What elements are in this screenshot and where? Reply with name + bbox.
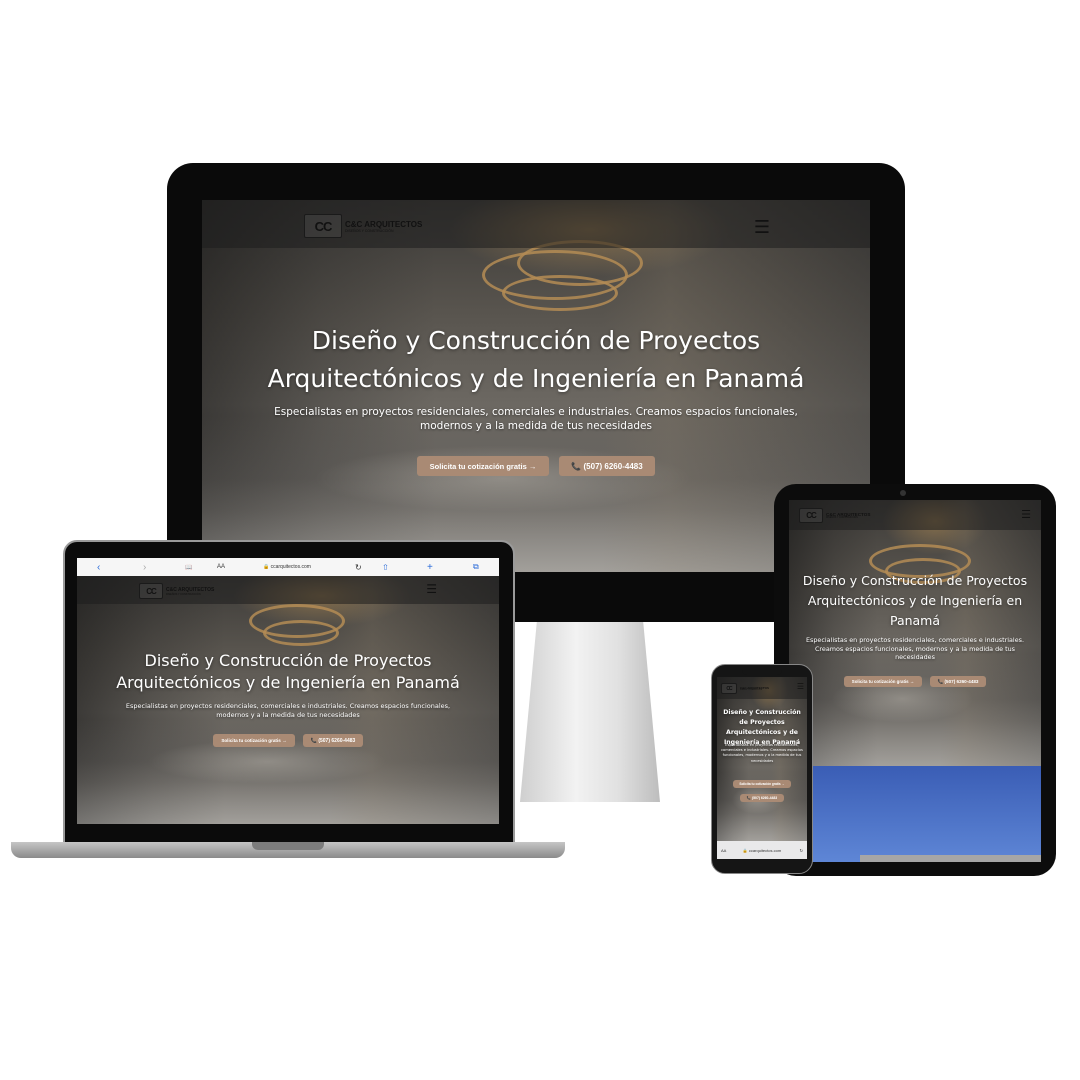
text-size-button[interactable]: AA <box>217 564 225 570</box>
tablet-next-section-image <box>789 766 1041 862</box>
tabs-icon[interactable]: ⧉ <box>473 562 479 572</box>
logo-mark-icon: CC <box>721 683 737 694</box>
bookmarks-icon[interactable]: 📖 <box>185 564 192 571</box>
imac-hero-screen: CC C&C ARQUITECTOS DISEÑOS Y CONSTRUCCIÓ… <box>202 200 870 572</box>
logo-mark-icon: CC <box>139 583 163 599</box>
phone-button[interactable]: 📞 (507) 6260-4483 <box>559 456 655 476</box>
logo-mark-icon: CC <box>304 214 342 238</box>
phone-button[interactable]: 📞 (507) 6260-4483 <box>303 734 363 747</box>
hero-title-line2: Arquitectónicos y de Ingeniería en Panam… <box>267 364 805 393</box>
phone-hero-screen: CC C&C ARQUITECTOS DISEÑOS Y CONSTRUCCIÓ… <box>717 677 807 841</box>
quote-button[interactable]: Solicita tu cotización gratis → <box>733 780 791 788</box>
imac-stand <box>520 622 660 802</box>
logo-tagline: DISEÑOS Y CONSTRUCCIÓN <box>826 517 858 519</box>
tablet-hero-screen: CC C&C ARQUITECTOS DISEÑOS Y CONSTRUCCIÓ… <box>789 500 1041 766</box>
hero-title: Diseño y Construcción de Proyectos Arqui… <box>802 573 1028 628</box>
laptop-hero-screen: CC C&C ARQUITECTOS DISEÑOS Y CONSTRUCCIÓ… <box>77 576 499 824</box>
text-size-button[interactable]: AA <box>721 848 726 853</box>
phone-notch <box>742 668 782 675</box>
laptop-browser-toolbar: ‹ › 📖 AA 🔒 ccarquitectos.com ↻ ⇧ + ⧉ <box>77 558 499 576</box>
url-field[interactable]: 🔒 ccarquitectos.com <box>263 564 311 570</box>
reload-icon[interactable]: ↻ <box>800 848 803 853</box>
quote-button[interactable]: Solicita tu cotización gratis → <box>844 676 922 687</box>
quote-button[interactable]: Solicita tu cotización gratis → <box>213 734 295 747</box>
logo-name: C&C ARQUITECTOS <box>345 219 423 229</box>
hero-subtitle: Especialistas en proyectos residenciales… <box>805 636 1025 661</box>
logo-tagline: DISEÑOS Y CONSTRUCCIÓN <box>345 228 394 233</box>
phone-url-bar: AA 🔒 ccarquitectos.com ↻ <box>717 841 807 859</box>
share-icon[interactable]: ⇧ <box>382 563 389 572</box>
back-icon[interactable]: ‹ <box>97 562 100 573</box>
laptop-notch <box>252 842 324 850</box>
hero-title: Diseño y Construcción de Proyectos Arqui… <box>723 709 801 746</box>
hero-title-line2: Arquitectónicos y de Ingeniería en Panam… <box>116 673 460 692</box>
hero-subtitle: Especialistas en proyectos residenciales… <box>125 702 451 719</box>
reload-icon[interactable]: ↻ <box>355 563 362 572</box>
logo[interactable]: CC C&C ARQUITECTOS DISEÑOS Y CONSTRUCCIÓ… <box>721 683 769 694</box>
add-tab-icon[interactable]: + <box>427 562 433 573</box>
logo[interactable]: CC C&C ARQUITECTOS DISEÑOS Y CONSTRUCCIÓ… <box>139 583 214 599</box>
hero-title-line1: Diseño y Construcción de Proyectos <box>144 651 432 670</box>
logo[interactable]: CC C&C ARQUITECTOS DISEÑOS Y CONSTRUCCIÓ… <box>304 214 422 238</box>
hamburger-icon[interactable]: ☰ <box>797 683 804 691</box>
hero-title: Diseño y Construcción de Proyectos Arqui… <box>202 322 870 398</box>
url-field[interactable]: 🔒 ccarquitectos.com <box>743 848 781 853</box>
hero-title: Diseño y Construcción de Proyectos Arqui… <box>77 650 499 694</box>
hamburger-icon[interactable]: ☰ <box>426 583 437 595</box>
logo-tagline: DISEÑOS Y CONSTRUCCIÓN <box>740 690 763 691</box>
logo[interactable]: CC C&C ARQUITECTOS DISEÑOS Y CONSTRUCCIÓ… <box>799 508 870 523</box>
forward-icon[interactable]: › <box>143 562 146 573</box>
hamburger-icon[interactable]: ☰ <box>1021 510 1031 521</box>
quote-button[interactable]: Solicita tu cotización gratis → <box>417 456 549 476</box>
tablet-scroll-bar <box>860 855 1041 862</box>
hero-title-line1: Diseño y Construcción de Proyectos <box>311 326 761 355</box>
hamburger-icon[interactable]: ☰ <box>754 218 770 236</box>
phone-button[interactable]: 📞 (507) 6260-4483 <box>740 794 784 802</box>
hero-subtitle: Especialistas en proyectos residenciales… <box>274 406 798 432</box>
logo-mark-icon: CC <box>799 508 823 523</box>
logo-tagline: DISEÑOS Y CONSTRUCCIÓN <box>166 592 201 596</box>
hero-subtitle: Especialistas en proyectos residenciales… <box>721 743 803 763</box>
phone-button[interactable]: 📞 (507) 6260-4483 <box>930 676 986 687</box>
tablet-camera-icon <box>900 490 906 496</box>
